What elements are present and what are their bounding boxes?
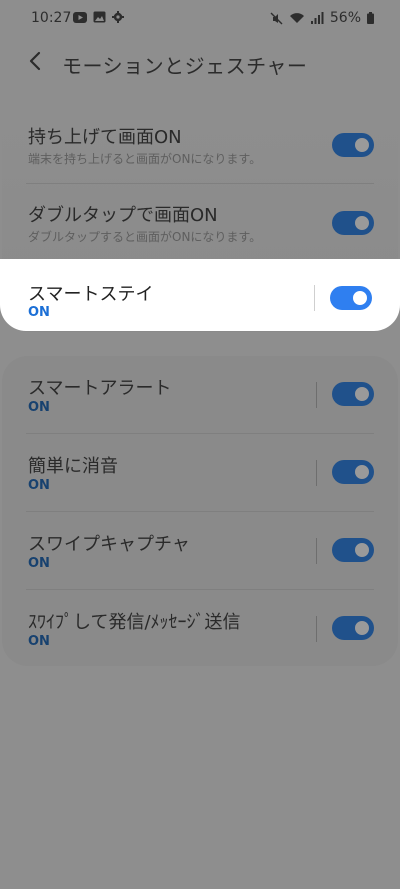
settings-card-bottom: スマートアラート ON 簡単に消音 ON スワイプキャプチャ ON ｽﾜｲﾌﾟし… bbox=[2, 356, 398, 666]
setting-row-easy-mute[interactable]: 簡単に消音 ON bbox=[2, 434, 398, 512]
toggle-switch[interactable] bbox=[332, 382, 374, 406]
toggle-knob bbox=[352, 135, 372, 155]
battery-percentage: 56% bbox=[329, 10, 361, 26]
vertical-divider bbox=[316, 382, 317, 408]
screen: 10:27 56% モーションとジェスチャー 持ち上げて画面ON 端末を持ち上げ… bbox=[0, 0, 400, 889]
toggle-knob bbox=[352, 384, 372, 404]
toggle-switch[interactable] bbox=[332, 538, 374, 562]
header-bar: モーションとジェスチャー bbox=[0, 40, 400, 84]
wifi-icon bbox=[289, 13, 304, 23]
back-arrow-icon[interactable] bbox=[26, 50, 44, 72]
setting-title: スマートアラート bbox=[28, 378, 172, 399]
setting-description: 端末を持ち上げると画面がONになります。 bbox=[28, 152, 262, 166]
setting-row-double-tap-wake[interactable]: ダブルタップで画面ON ダブルタップすると画面がONになります。 bbox=[2, 184, 398, 262]
vertical-divider bbox=[316, 616, 317, 642]
setting-title: ｽﾜｲﾌﾟして発信/ﾒｯｾｰｼﾞ送信 bbox=[28, 612, 241, 633]
setting-row-lift-to-wake[interactable]: 持ち上げて画面ON 端末を持ち上げると画面がONになります。 bbox=[2, 106, 398, 184]
setting-description: ダブルタップすると画面がONになります。 bbox=[28, 230, 262, 244]
setting-title: スワイプキャプチャ bbox=[28, 534, 190, 555]
setting-title: 簡単に消音 bbox=[28, 456, 118, 477]
toggle-knob bbox=[352, 213, 372, 233]
page-title: モーションとジェスチャー bbox=[62, 54, 308, 78]
status-right-icons: 56% bbox=[270, 10, 374, 26]
toggle-knob bbox=[352, 462, 372, 482]
vertical-divider bbox=[314, 285, 315, 311]
toggle-switch[interactable] bbox=[332, 460, 374, 484]
toggle-knob bbox=[352, 540, 372, 560]
status-bar: 10:27 56% bbox=[0, 0, 400, 36]
toggle-knob bbox=[352, 618, 372, 638]
toggle-knob bbox=[350, 288, 370, 308]
battery-icon bbox=[367, 12, 374, 24]
setting-status: ON bbox=[28, 400, 50, 415]
toggle-switch[interactable] bbox=[332, 211, 374, 235]
setting-title: スマートステイ bbox=[28, 284, 154, 305]
setting-row-smart-alert[interactable]: スマートアラート ON bbox=[2, 356, 398, 434]
settings-gear-icon bbox=[112, 11, 124, 23]
vertical-divider bbox=[316, 460, 317, 486]
toggle-switch[interactable] bbox=[332, 616, 374, 640]
signal-icon bbox=[310, 12, 324, 24]
setting-row-palm-swipe-capture[interactable]: スワイプキャプチャ ON bbox=[2, 512, 398, 590]
toggle-switch[interactable] bbox=[332, 133, 374, 157]
toggle-switch[interactable] bbox=[330, 286, 372, 310]
setting-status: ON bbox=[28, 478, 50, 493]
setting-title: ダブルタップで画面ON bbox=[28, 205, 218, 226]
setting-status: ON bbox=[28, 305, 50, 320]
youtube-icon bbox=[73, 11, 87, 23]
setting-row-swipe-to-call[interactable]: ｽﾜｲﾌﾟして発信/ﾒｯｾｰｼﾞ送信 ON bbox=[2, 590, 398, 666]
setting-status: ON bbox=[28, 634, 50, 649]
gallery-icon bbox=[93, 11, 106, 23]
setting-status: ON bbox=[28, 556, 50, 571]
vertical-divider bbox=[316, 538, 317, 564]
mute-icon bbox=[270, 12, 283, 24]
status-time: 10:27 bbox=[31, 10, 72, 26]
setting-title: 持ち上げて画面ON bbox=[28, 127, 182, 148]
status-left-icons bbox=[73, 11, 124, 23]
setting-row-smart-stay[interactable]: スマートステイ ON bbox=[0, 259, 400, 331]
